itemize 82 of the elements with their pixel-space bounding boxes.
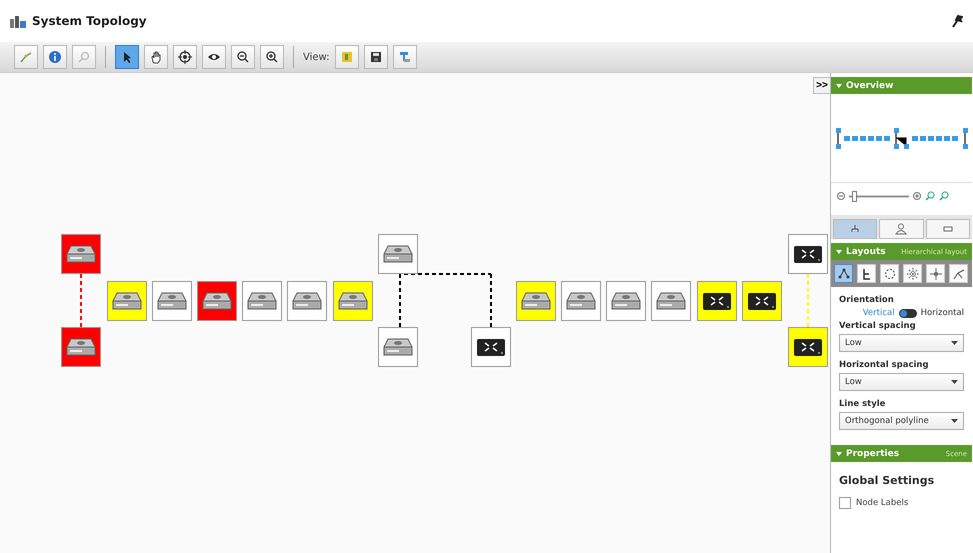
save-button[interactable] — [364, 45, 388, 69]
network-node[interactable] — [516, 281, 556, 321]
view-label: View: — [303, 52, 330, 62]
network-node[interactable] — [651, 281, 691, 321]
window-title: System Topology — [32, 14, 147, 28]
layout-icon — [906, 266, 920, 280]
checkbox[interactable] — [839, 497, 851, 509]
network-node[interactable] — [287, 281, 327, 321]
network-node[interactable] — [61, 327, 101, 367]
hand-button[interactable] — [144, 45, 168, 69]
pointer-button[interactable] — [115, 45, 139, 69]
save-icon — [368, 50, 383, 64]
panel-header[interactable]: Overview — [831, 77, 972, 94]
layout-style-button[interactable] — [903, 264, 922, 283]
network-node[interactable] — [61, 234, 101, 274]
layout-style-button[interactable] — [880, 264, 899, 283]
network-node[interactable] — [197, 281, 237, 321]
section-heading: Global Settings — [838, 473, 936, 489]
network-node[interactable] — [242, 281, 282, 321]
info-icon — [48, 50, 62, 64]
zoom-in-icon — [265, 50, 279, 64]
field-label: Line style — [839, 399, 886, 409]
network-node[interactable] — [788, 327, 828, 367]
layout-style-button[interactable] — [949, 264, 968, 283]
layout-icon — [882, 266, 896, 280]
field-label: Vertical spacing — [839, 321, 917, 331]
field-label: Orientation — [839, 295, 895, 305]
panel-tab[interactable] — [926, 219, 970, 239]
panel-title: Overview — [846, 80, 894, 90]
topology-app-icon — [10, 14, 26, 28]
zoom-out-button[interactable] — [231, 45, 255, 69]
line-icon — [19, 50, 33, 64]
layout-icon — [836, 266, 850, 280]
network-node[interactable] — [606, 281, 646, 321]
eye-button[interactable] — [202, 45, 226, 69]
network-node[interactable] — [697, 281, 737, 321]
option-label[interactable]: Horizontal — [920, 308, 964, 318]
network-node[interactable] — [152, 281, 192, 321]
search-icon — [77, 50, 91, 64]
hand-icon — [149, 50, 163, 64]
zoom-out-icon — [236, 50, 250, 64]
layout-icon — [928, 266, 942, 280]
network-node[interactable] — [333, 281, 373, 321]
search-icon[interactable] — [939, 191, 949, 201]
network-node[interactable] — [788, 234, 828, 274]
layout-style-button[interactable] — [834, 264, 853, 283]
collapse-triangle-icon — [836, 250, 842, 254]
caret-icon — [951, 419, 958, 423]
collapse-triangle-icon — [836, 452, 842, 456]
dropdown[interactable]: Orthogonal polyline — [839, 412, 964, 430]
orientation-toggle[interactable] — [898, 308, 917, 318]
panel-title: Properties — [846, 448, 900, 458]
dropdown[interactable]: Low — [839, 334, 964, 352]
panel-title: Layouts — [846, 246, 886, 256]
person-icon — [895, 223, 908, 235]
caret-icon — [951, 380, 958, 384]
caret-icon — [951, 341, 958, 345]
zoom-out-icon[interactable] — [837, 192, 845, 200]
layout-button[interactable] — [392, 45, 417, 69]
layout-style-button[interactable] — [857, 264, 876, 283]
dropdown[interactable]: Low — [839, 373, 964, 391]
network-node[interactable] — [378, 327, 418, 367]
layout-icon — [398, 50, 412, 64]
info-button[interactable] — [43, 45, 67, 69]
search-icon[interactable] — [925, 191, 935, 201]
layout-icon — [952, 266, 966, 280]
field-label: Horizontal spacing — [839, 360, 930, 370]
checkbox-label: Node Labels — [856, 498, 908, 508]
collapse-triangle-icon — [836, 84, 842, 88]
network-node[interactable] — [561, 281, 601, 321]
zoom-in-button[interactable] — [260, 45, 284, 69]
zoom-in-icon[interactable] — [913, 192, 921, 200]
network-node[interactable] — [471, 327, 511, 367]
network-node[interactable] — [107, 281, 147, 321]
collapse-button[interactable]: >> — [813, 77, 831, 94]
target-button[interactable] — [173, 45, 197, 69]
network-node[interactable] — [378, 234, 418, 274]
target-icon — [178, 50, 192, 64]
hierarchy-icon — [849, 223, 862, 235]
panel-tab[interactable] — [879, 219, 924, 239]
network-node[interactable] — [742, 281, 782, 321]
option-label[interactable]: Vertical — [862, 308, 895, 318]
